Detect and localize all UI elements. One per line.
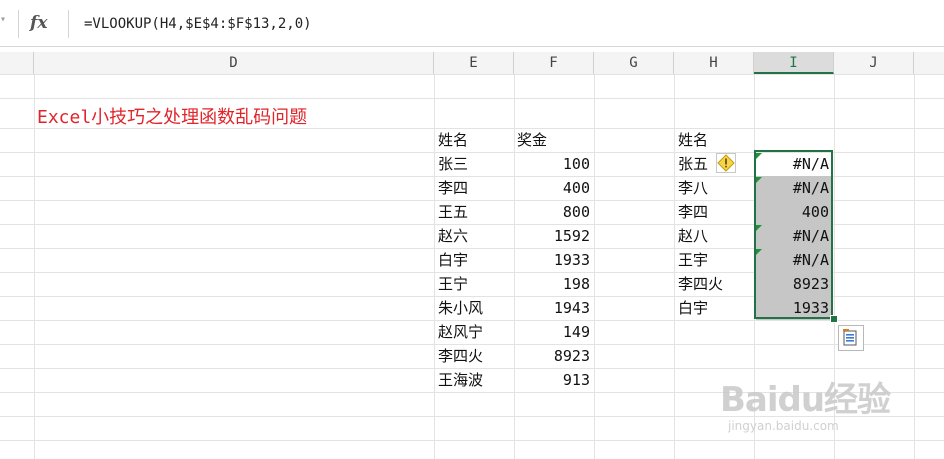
error-indicator-icon xyxy=(756,177,762,183)
column-header-i[interactable]: I xyxy=(754,52,834,74)
table1-name-cell[interactable]: 白宇 xyxy=(438,248,468,272)
table1-name-cell[interactable]: 李四火 xyxy=(438,344,483,368)
column-header-g[interactable]: G xyxy=(594,52,674,74)
table2-header-name: 姓名 xyxy=(678,131,709,149)
table1-name-cell[interactable]: 王宁 xyxy=(438,272,468,296)
formula-bar-divider xyxy=(18,10,19,38)
table2-name-cell[interactable]: 李四 xyxy=(678,200,708,224)
table1-name-cell[interactable]: 赵六 xyxy=(438,224,468,248)
error-indicator-icon xyxy=(756,225,762,231)
watermark-logo-text: Baidu经验 xyxy=(720,380,891,420)
column-header-j[interactable]: J xyxy=(834,52,914,74)
table1-bonus-cell[interactable]: 100 xyxy=(514,152,590,176)
column-header-d[interactable]: D xyxy=(34,52,434,74)
column-header-e[interactable]: E xyxy=(434,52,514,74)
table1-name-cell[interactable]: 李四 xyxy=(438,176,468,200)
paste-options-icon[interactable] xyxy=(838,325,864,351)
table1-bonus-cell[interactable]: 1592 xyxy=(514,224,590,248)
warning-icon[interactable] xyxy=(716,153,736,173)
table1-header-bonus: 奖金 xyxy=(517,131,548,149)
baidu-watermark: Baidu经验 jingyan.baidu.com xyxy=(720,372,891,433)
column-gridline xyxy=(434,74,435,459)
formula-input[interactable]: =VLOOKUP(H4,$E$4:$F$13,2,0) xyxy=(84,16,312,32)
column-header-blank xyxy=(0,52,34,74)
table1-name-cell[interactable]: 王五 xyxy=(438,200,468,224)
table2-name-cell[interactable]: 李八 xyxy=(678,176,708,200)
watermark-url: jingyan.baidu.com xyxy=(728,419,839,433)
insert-function-icon[interactable]: fx xyxy=(30,13,47,33)
formula-bar-divider xyxy=(68,10,69,38)
table2-name-cell[interactable]: 白宇 xyxy=(678,296,708,320)
table2-result-cell[interactable]: 400 xyxy=(754,200,829,224)
table2-name-cell[interactable]: 张五 xyxy=(678,152,708,176)
error-indicator-icon xyxy=(756,153,762,159)
table2-result-cell[interactable]: #N/A xyxy=(754,248,829,272)
table2-result-cell[interactable]: 8923 xyxy=(754,272,829,296)
table2-result-cell[interactable]: #N/A xyxy=(754,224,829,248)
table1-bonus-cell[interactable]: 149 xyxy=(514,320,590,344)
table1-bonus-cell[interactable]: 198 xyxy=(514,272,590,296)
table1-header-name: 姓名 xyxy=(438,131,469,149)
table1-name-cell[interactable]: 朱小风 xyxy=(438,296,483,320)
column-gridline xyxy=(34,74,35,459)
sheet-title: Excel小技巧之处理函数乱码问题 xyxy=(37,107,308,128)
row-gridline xyxy=(0,98,944,99)
namebox-dropdown-icon[interactable]: ▾ xyxy=(0,14,6,25)
table1-bonus-cell[interactable]: 913 xyxy=(514,368,590,392)
error-indicator-icon xyxy=(756,249,762,255)
table1-bonus-cell[interactable]: 400 xyxy=(514,176,590,200)
row-gridline xyxy=(0,440,944,441)
column-gridline xyxy=(914,74,915,459)
table2-result-cell[interactable]: #N/A xyxy=(754,176,829,200)
table2-result-cell[interactable]: #N/A xyxy=(754,152,829,176)
column-header-f[interactable]: F xyxy=(514,52,594,74)
table1-bonus-cell[interactable]: 1933 xyxy=(514,248,590,272)
column-gridline xyxy=(674,74,675,459)
table2-name-cell[interactable]: 李四火 xyxy=(678,272,723,296)
column-gridline xyxy=(594,74,595,459)
table1-name-cell[interactable]: 张三 xyxy=(438,152,468,176)
row-gridline xyxy=(0,74,944,75)
column-header-k[interactable] xyxy=(914,52,944,74)
table1-bonus-cell[interactable]: 1943 xyxy=(514,296,590,320)
table1-bonus-cell[interactable]: 8923 xyxy=(514,344,590,368)
fill-handle[interactable] xyxy=(830,315,838,323)
table2-result-cell[interactable]: 1933 xyxy=(754,296,829,320)
table2-name-cell[interactable]: 王宇 xyxy=(678,248,708,272)
table1-bonus-cell[interactable]: 800 xyxy=(514,200,590,224)
column-header-h[interactable]: H xyxy=(674,52,754,74)
table1-name-cell[interactable]: 王海波 xyxy=(438,368,483,392)
table2-name-cell[interactable]: 赵八 xyxy=(678,224,708,248)
table1-name-cell[interactable]: 赵风宁 xyxy=(438,320,483,344)
